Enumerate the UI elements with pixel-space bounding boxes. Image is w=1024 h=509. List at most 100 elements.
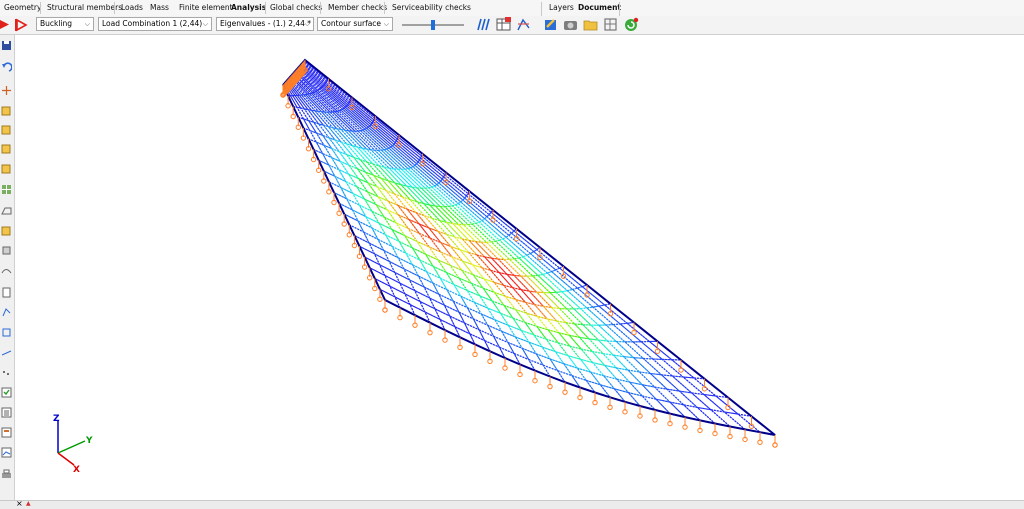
display-mode-dropdown[interactable]: Contour surface ⌵ — [317, 17, 393, 31]
mesh-cell — [541, 364, 567, 384]
table-view-icon[interactable] — [496, 17, 512, 32]
mesh-cell — [473, 301, 497, 321]
solid-icon[interactable] — [1, 245, 12, 256]
shell-icon[interactable] — [1, 265, 12, 276]
report-icon[interactable] — [1, 427, 12, 438]
mesh-cell — [486, 306, 510, 327]
support-marker — [772, 435, 778, 448]
points-icon[interactable] — [1, 367, 12, 378]
tab-structural-members[interactable]: Structural members — [47, 3, 122, 12]
mesh-cell — [519, 329, 544, 349]
mesh-cell — [466, 306, 490, 327]
mesh-cell — [477, 328, 501, 349]
result-dropdown[interactable]: Eigenvalues - (1.) 2,44 * ⌵ — [216, 17, 314, 31]
tab-mass[interactable]: Mass — [150, 3, 169, 12]
chart-icon[interactable] — [1, 447, 12, 458]
mesh-cell — [493, 318, 517, 339]
tab-loads[interactable]: Loads — [121, 3, 143, 12]
chevron-down-icon: ⌵ — [304, 20, 310, 28]
box-icon[interactable] — [1, 124, 12, 135]
mesh-cell — [472, 317, 495, 338]
mesh-cell — [604, 324, 635, 343]
camera-icon[interactable] — [563, 17, 579, 32]
mesh-cell — [425, 270, 449, 292]
mesh-cell — [535, 291, 562, 310]
tab-separator — [320, 2, 321, 14]
model-viewport[interactable]: Z Y X — [15, 35, 1024, 500]
chevron-down-icon: ⌵ — [202, 20, 208, 28]
mesh-cell — [597, 324, 627, 343]
chevron-down-icon: ⌵ — [84, 20, 90, 28]
mesh-cell — [332, 191, 354, 212]
check-icon[interactable] — [1, 387, 12, 398]
run-icon[interactable] — [0, 17, 10, 32]
undo-icon[interactable] — [1, 62, 12, 73]
move-icon[interactable] — [1, 85, 12, 96]
list-icon[interactable] — [1, 407, 12, 418]
tab-global-checks[interactable]: Global checks — [270, 3, 322, 12]
dimension-icon[interactable] — [1, 347, 12, 358]
mesh-cell — [527, 290, 554, 309]
tab-serviceability-checks[interactable]: Serviceability checks — [392, 3, 471, 12]
mesh-cell — [596, 339, 626, 358]
node-icon[interactable] — [1, 307, 12, 318]
left-tool-sidebar — [0, 35, 15, 508]
mesh-cell — [396, 203, 420, 225]
tab-analysis[interactable]: Analysis — [231, 3, 266, 12]
close-icon[interactable]: × — [16, 499, 23, 508]
mesh-cell — [377, 221, 401, 243]
folder-icon[interactable] — [583, 17, 599, 32]
support-marker — [547, 376, 553, 390]
mesh-cell — [465, 192, 492, 216]
chevron-down-icon: ⌵ — [383, 20, 389, 28]
print-icon[interactable] — [1, 469, 12, 480]
box-icon[interactable] — [1, 105, 12, 116]
grid-icon[interactable] — [1, 184, 12, 195]
warning-icon[interactable]: ▲ — [26, 500, 31, 507]
save-icon[interactable] — [1, 40, 12, 51]
refresh-icon[interactable] — [623, 17, 639, 32]
load-combination-value: Load Combination 1 (2,44) — [102, 19, 203, 28]
support-marker — [682, 417, 688, 430]
mesh-cell — [327, 180, 348, 201]
mesh-cell — [470, 263, 496, 284]
analysis-type-value: Buckling — [40, 19, 73, 28]
tab-geometry[interactable]: Geometry — [4, 3, 41, 12]
support-marker — [562, 382, 568, 395]
mesh-cell — [343, 212, 365, 234]
support-marker — [697, 420, 703, 434]
support-marker — [622, 401, 628, 415]
mesh-cell — [317, 159, 337, 178]
box-icon[interactable] — [1, 225, 12, 236]
document-icon[interactable] — [1, 287, 12, 298]
tab-member-checks[interactable]: Member checks — [328, 3, 387, 12]
scale-slider[interactable] — [400, 17, 466, 32]
box-icon[interactable] — [1, 143, 12, 154]
mesh-cell — [506, 341, 530, 361]
tab-document[interactable]: Document — [578, 3, 621, 12]
load-combination-dropdown[interactable]: Load Combination 1 (2,44) ⌵ — [98, 17, 212, 31]
support-marker — [712, 423, 718, 437]
mesh-cell — [589, 324, 618, 343]
mesh-cell — [411, 263, 435, 285]
mesh-cell — [431, 281, 455, 303]
support-marker — [742, 429, 748, 443]
analysis-type-dropdown[interactable]: Buckling ⌵ — [36, 17, 94, 31]
layers-icon[interactable] — [543, 17, 559, 32]
section-icon[interactable] — [1, 327, 12, 338]
structure-icon[interactable] — [603, 17, 619, 32]
tab-finite-element[interactable]: Finite element — [179, 3, 233, 12]
support-marker — [502, 357, 508, 371]
mesh-cell — [573, 323, 600, 341]
tab-layers[interactable]: Layers — [549, 3, 574, 12]
plate-icon[interactable] — [1, 205, 12, 216]
mesh-cell — [514, 335, 538, 355]
axis-x-label: X — [73, 465, 80, 475]
mesh-cell — [407, 218, 431, 239]
axis-z-label: Z — [53, 414, 60, 424]
line-style-icon[interactable] — [476, 17, 492, 32]
box-icon[interactable] — [1, 163, 12, 174]
support-marker — [577, 387, 583, 401]
graph-icon[interactable] — [516, 17, 532, 32]
run-step-icon[interactable] — [14, 17, 30, 32]
